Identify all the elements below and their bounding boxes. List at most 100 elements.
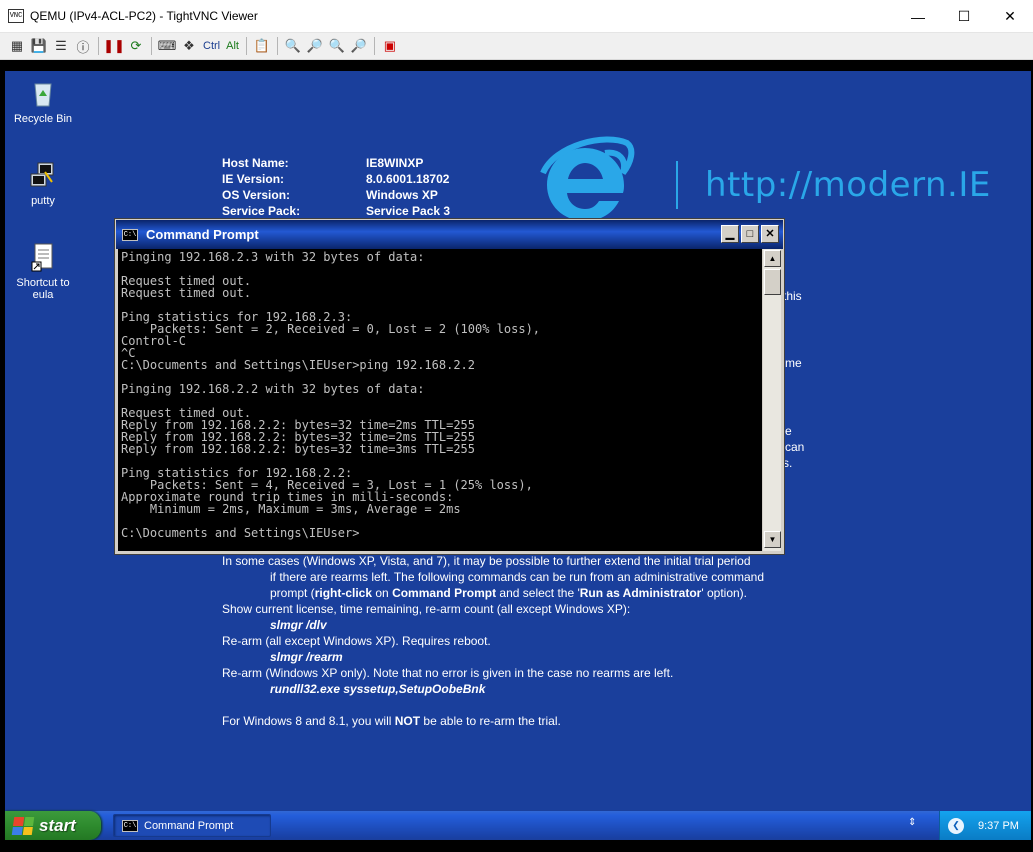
vnc-window-title: QEMU (IPv4-ACL-PC2) - TightVNC Viewer bbox=[30, 9, 258, 23]
desktop-icon-recycle-bin[interactable]: Recycle Bin bbox=[5, 77, 81, 125]
toolbar-separator bbox=[98, 37, 99, 55]
windows-flag-icon bbox=[11, 816, 35, 835]
console-line: Pinging 192.168.2.2 with 32 bytes of dat… bbox=[121, 382, 425, 396]
instruction-command: slmgr /dlv bbox=[270, 618, 327, 632]
instruction-text: ' option). bbox=[701, 586, 747, 600]
zoom-fit-icon[interactable]: 🔎 bbox=[348, 35, 370, 57]
send-ctrl-alt-del-icon[interactable]: ⌨ bbox=[156, 35, 178, 57]
options-icon[interactable]: ☰ bbox=[50, 35, 72, 57]
desktop-icon-label: Recycle Bin bbox=[13, 113, 73, 125]
desktop-icon-eula-shortcut[interactable]: Shortcut to eula bbox=[5, 241, 81, 301]
console-line: Pinging 192.168.2.3 with 32 bytes of dat… bbox=[121, 250, 425, 264]
instruction-text: For Windows 8 and 8.1, you will bbox=[222, 714, 395, 728]
info-value: 8.0.6001.18702 bbox=[366, 172, 450, 186]
desktop-icon-label: putty bbox=[31, 195, 55, 207]
command-prompt-window[interactable]: C:\ Command Prompt ▁ □ ✕ Pinging 192.168… bbox=[115, 219, 784, 554]
wallpaper-text-fragment: can bbox=[785, 440, 805, 454]
info-key: OS Version: bbox=[222, 188, 291, 202]
start-label: start bbox=[39, 815, 76, 835]
zoom-in-icon[interactable]: 🔍 bbox=[282, 35, 304, 57]
console-line: C:\Documents and Settings\IEUser>ping 19… bbox=[121, 358, 476, 372]
recycle-bin-icon bbox=[27, 77, 59, 109]
close-button[interactable]: ✕ bbox=[987, 0, 1033, 33]
new-connection-icon[interactable]: ▦ bbox=[6, 35, 28, 57]
desktop-icon-putty[interactable]: putty bbox=[5, 159, 81, 207]
taskbar-item-command-prompt[interactable]: C:\ Command Prompt bbox=[113, 814, 271, 837]
minimize-button[interactable]: — bbox=[895, 0, 941, 33]
console-line: Control-C bbox=[121, 334, 187, 348]
ctrl-key-button[interactable]: Ctrl bbox=[200, 35, 223, 57]
system-tray: ❮ 9:37 PM bbox=[939, 811, 1031, 840]
instruction-text: be able to re-arm the trial. bbox=[420, 714, 561, 728]
scroll-down-button[interactable]: ▼ bbox=[764, 531, 781, 548]
wallpaper-text-fragment: me bbox=[785, 356, 802, 370]
taskbar-item-label: Command Prompt bbox=[144, 819, 234, 832]
toolbar-separator bbox=[373, 37, 375, 55]
console-scrollbar[interactable]: ▲ ▼ bbox=[762, 249, 781, 551]
info-value: IE8WINXP bbox=[366, 156, 424, 170]
window-controls: — ☐ ✕ bbox=[895, 0, 1033, 33]
start-button[interactable]: start bbox=[5, 811, 101, 840]
info-row-os-version: OS Version: Windows XP bbox=[222, 187, 450, 203]
instruction-text: prompt ( bbox=[270, 586, 315, 600]
taskbar: start C:\ Command Prompt ⇕ ❮ 9:37 PM bbox=[5, 811, 1031, 840]
command-prompt-icon: C:\ bbox=[122, 819, 138, 832]
vnc-titlebar[interactable]: VNC QEMU (IPv4-ACL-PC2) - TightVNC Viewe… bbox=[0, 0, 1033, 33]
instruction-line: Re-arm (all except Windows XP). Requires… bbox=[222, 634, 491, 648]
zoom-100-icon[interactable]: 🔍 bbox=[326, 35, 348, 57]
network-tray-icon[interactable]: ⇕ bbox=[908, 817, 916, 828]
instruction-line: Re-arm (Windows XP only). Note that no e… bbox=[222, 666, 674, 680]
console-line: C:\Documents and Settings\IEUser> bbox=[121, 526, 360, 540]
console-line: Reply from 192.168.2.2: bytes=32 time=3m… bbox=[121, 442, 476, 456]
viewer-frame-bottom bbox=[0, 840, 1033, 852]
clipboard-icon[interactable]: 📋 bbox=[251, 35, 273, 57]
instruction-emphasis: NOT bbox=[394, 714, 421, 728]
info-value: Windows XP bbox=[366, 188, 438, 202]
instruction-line: if there are rearms left. The following … bbox=[270, 570, 764, 584]
scroll-up-button[interactable]: ▲ bbox=[764, 250, 781, 267]
info-value: Service Pack 3 bbox=[366, 204, 451, 218]
pause-icon[interactable]: ❚❚ bbox=[103, 35, 125, 57]
scroll-thumb[interactable] bbox=[764, 269, 781, 295]
cmd-close-button[interactable]: ✕ bbox=[761, 225, 779, 243]
command-prompt-icon[interactable]: C:\ bbox=[122, 228, 138, 241]
document-shortcut-icon bbox=[27, 241, 59, 273]
wallpaper-instructions: In some cases (Windows XP, Vista, and 7)… bbox=[222, 553, 764, 729]
show-hidden-icons-icon[interactable]: ❮ bbox=[948, 817, 964, 834]
toolbar-separator bbox=[151, 37, 152, 55]
instruction-emphasis: Command Prompt bbox=[392, 586, 497, 600]
toolbar-separator bbox=[245, 37, 247, 55]
cmd-maximize-button[interactable]: □ bbox=[741, 225, 759, 243]
instruction-line: Show current license, time remaining, re… bbox=[222, 602, 631, 616]
putty-icon bbox=[27, 159, 59, 191]
instruction-command: rundll32.exe syssetup,SetupOobeBnk bbox=[270, 682, 486, 696]
command-prompt-title: Command Prompt bbox=[146, 227, 259, 242]
desktop-icon-label: Shortcut to eula bbox=[16, 277, 70, 301]
fullscreen-icon[interactable]: ▣ bbox=[379, 35, 401, 57]
modern-ie-url: http://modern.IE bbox=[705, 165, 991, 205]
console-output[interactable]: Pinging 192.168.2.3 with 32 bytes of dat… bbox=[118, 249, 762, 551]
cmd-minimize-button[interactable]: ▁ bbox=[721, 225, 739, 243]
system-info-table: Host Name: IE8WINXP IE Version: 8.0.6001… bbox=[222, 155, 450, 219]
instruction-line: In some cases (Windows XP, Vista, and 7)… bbox=[222, 554, 751, 568]
maximize-button[interactable]: ☐ bbox=[941, 0, 987, 33]
instruction-command: slmgr /rearm bbox=[270, 650, 343, 664]
refresh-icon[interactable]: ⟳ bbox=[125, 35, 147, 57]
info-row-host-name: Host Name: IE8WINXP bbox=[222, 155, 450, 171]
command-prompt-titlebar[interactable]: C:\ Command Prompt ▁ □ ✕ bbox=[115, 219, 784, 249]
wallpaper-text-fragment: this bbox=[783, 289, 802, 303]
instruction-text: and select the ' bbox=[496, 586, 580, 600]
zoom-out-icon[interactable]: 🔎 bbox=[304, 35, 326, 57]
instruction-line: prompt (right-click on Command Prompt an… bbox=[222, 585, 764, 601]
alt-key-button[interactable]: Alt bbox=[223, 35, 242, 57]
console-line: Packets: Sent = 2, Received = 0, Lost = … bbox=[121, 322, 541, 336]
save-icon[interactable]: 💾 bbox=[28, 35, 50, 57]
info-icon[interactable]: ⓘ bbox=[72, 35, 94, 57]
console-line: Request timed out. bbox=[121, 286, 252, 300]
console-line: Minimum = 2ms, Maximum = 3ms, Average = … bbox=[121, 502, 461, 516]
instruction-emphasis: right-click bbox=[314, 586, 373, 600]
windows-key-icon[interactable]: ❖ bbox=[178, 35, 200, 57]
wallpaper-text-fragment: s. bbox=[783, 456, 793, 470]
clock[interactable]: 9:37 PM bbox=[978, 820, 1019, 832]
